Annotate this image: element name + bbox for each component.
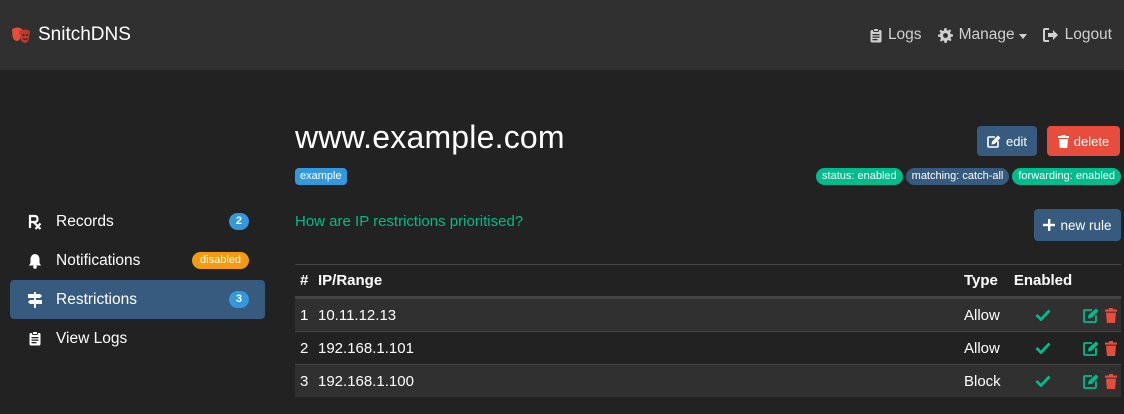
sidebar-item-label: View Logs <box>56 329 128 347</box>
row-type: Allow <box>964 339 1000 357</box>
brand[interactable]: SnitchDNS <box>10 0 131 70</box>
trash-icon[interactable] <box>1105 340 1117 356</box>
nav-links: Logs Manage Logout <box>854 0 1112 70</box>
clipboard-icon <box>870 27 882 42</box>
plus-icon <box>1043 219 1056 231</box>
notifications-status-badge: disabled <box>192 252 249 269</box>
check-icon <box>1011 342 1075 354</box>
sidebar-item-label: Restrictions <box>56 290 137 308</box>
page-title: www.example.com <box>295 119 565 155</box>
column-header-num: # <box>300 272 309 289</box>
prescription-icon <box>26 213 44 231</box>
zone-tags-row: example status: enabled matching: catch-… <box>295 168 1121 186</box>
edit-icon[interactable] <box>1083 374 1099 389</box>
edit-button-label: edit <box>1006 133 1027 149</box>
records-count-badge: 2 <box>228 213 249 230</box>
trash-icon[interactable] <box>1105 307 1117 323</box>
table-row: 1 10.11.12.13 Allow <box>295 298 1121 331</box>
sidebar: Records 2 Notifications disabled Restric… <box>10 202 265 358</box>
row-num: 3 <box>300 372 309 390</box>
table-row: 2 192.168.1.101 Allow <box>295 331 1121 364</box>
bell-icon <box>26 252 44 270</box>
ip-priority-help-link[interactable]: How are IP restrictions prioritised? <box>295 213 523 230</box>
nav-manage-dropdown[interactable]: Manage <box>937 26 1027 44</box>
row-actions <box>1075 373 1121 389</box>
edit-icon <box>987 135 1001 148</box>
row-num: 2 <box>300 339 309 357</box>
trash-icon <box>1057 134 1069 148</box>
sidebar-item-label: Records <box>56 212 114 230</box>
matching-badge: matching: catch-all <box>905 168 1010 185</box>
new-rule-button[interactable]: new rule <box>1034 209 1121 241</box>
restrictions-count-badge: 3 <box>228 291 249 308</box>
column-header-enabled: Enabled <box>1013 272 1073 289</box>
column-header-type: Type <box>964 272 998 289</box>
nav-manage-label: Manage <box>958 26 1015 43</box>
signs-icon <box>26 291 44 309</box>
edit-button[interactable]: edit <box>977 126 1037 156</box>
row-ip: 192.168.1.100 <box>318 372 414 390</box>
row-type: Allow <box>964 306 1000 324</box>
nav-logs-link[interactable]: Logs <box>870 26 922 44</box>
nav-logout-label: Logout <box>1064 26 1112 43</box>
status-badge: status: enabled <box>816 168 903 185</box>
edit-icon[interactable] <box>1083 341 1099 356</box>
check-icon <box>1011 375 1075 387</box>
check-icon <box>1011 309 1075 321</box>
masks-icon <box>10 24 32 46</box>
edit-icon[interactable] <box>1083 308 1099 323</box>
zone-tag[interactable]: example <box>295 168 347 185</box>
sidebar-item-records[interactable]: Records 2 <box>10 202 265 241</box>
sign-out-icon <box>1042 28 1058 42</box>
delete-button[interactable]: delete <box>1047 126 1120 156</box>
row-num: 1 <box>300 306 309 324</box>
caret-down-icon <box>1018 33 1027 39</box>
forwarding-badge: forwarding: enabled <box>1012 168 1121 185</box>
row-actions <box>1075 340 1121 356</box>
trash-icon[interactable] <box>1105 373 1117 389</box>
new-rule-label: new rule <box>1060 217 1112 233</box>
top-navbar: SnitchDNS Logs Manage Logout <box>0 0 1124 70</box>
gear-icon <box>937 27 953 43</box>
table-header: # IP/Range Type Enabled <box>295 265 1121 298</box>
clipboard-icon <box>26 330 44 348</box>
restrictions-table: # IP/Range Type Enabled 1 10.11.12.13 Al… <box>295 264 1121 397</box>
nav-logout-link[interactable]: Logout <box>1042 26 1112 44</box>
sidebar-item-notifications[interactable]: Notifications disabled <box>10 241 265 280</box>
row-ip: 192.168.1.101 <box>318 339 414 357</box>
row-ip: 10.11.12.13 <box>318 306 397 324</box>
column-header-ip: IP/Range <box>318 272 383 289</box>
row-type: Block <box>964 372 1001 390</box>
zone-status-badges: status: enabled matching: catch-all forw… <box>813 168 1121 185</box>
delete-button-label: delete <box>1073 133 1110 149</box>
sidebar-item-label: Notifications <box>56 251 141 269</box>
sidebar-item-view-logs[interactable]: View Logs <box>10 319 265 358</box>
sidebar-item-restrictions[interactable]: Restrictions 3 <box>10 280 265 319</box>
nav-logs-label: Logs <box>887 26 922 43</box>
table-row: 3 192.168.1.100 Block <box>295 364 1121 397</box>
brand-name: SnitchDNS <box>38 24 131 45</box>
row-actions <box>1075 307 1121 323</box>
